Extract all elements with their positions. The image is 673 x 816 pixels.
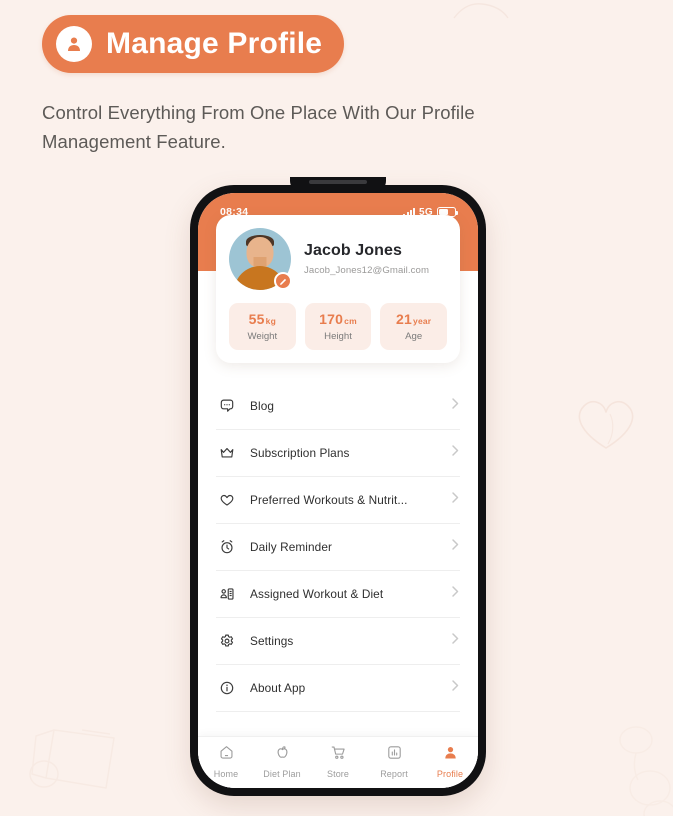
chevron-right-icon (451, 679, 460, 697)
phone-speaker (309, 180, 367, 184)
nav-item-store[interactable]: Store (310, 744, 366, 779)
decoration-bottom-right-outline (606, 724, 673, 816)
cart-icon (330, 744, 347, 766)
menu-label-blog: Blog (250, 399, 275, 413)
heart-icon (216, 489, 238, 511)
phone-mockup: 08:34 5G My Profile (190, 177, 486, 796)
stat-weight: 55kg Weight (229, 303, 296, 350)
menu-label-subscription-plans: Subscription Plans (250, 446, 350, 460)
stat-age: 21year Age (380, 303, 448, 350)
chevron-right-icon (451, 585, 460, 603)
profile-name: Jacob Jones (304, 242, 403, 259)
nav-label-profile: Profile (436, 769, 464, 779)
nav-item-diet-plan[interactable]: Diet Plan (254, 744, 310, 779)
crown-icon (216, 442, 238, 464)
stat-height: 170cm Height (304, 303, 372, 350)
profile-email: Jacob_Jones12@Gmail.com (304, 265, 430, 276)
hero-subtitle: Control Everything From One Place With O… (42, 102, 475, 152)
menu-item-daily-reminder[interactable]: Daily Reminder (216, 524, 460, 571)
gear-icon (216, 630, 238, 652)
profile-menu-list: Blog Subscription Plans Preferred Workou… (198, 383, 478, 736)
chevron-right-icon (451, 538, 460, 556)
apple-icon (274, 744, 291, 766)
chevron-right-icon (451, 444, 460, 462)
menu-label-daily-reminder: Daily Reminder (250, 540, 333, 554)
nav-item-home[interactable]: Home (198, 744, 254, 779)
menu-item-blog[interactable]: Blog (216, 383, 460, 430)
menu-item-subscription-plans[interactable]: Subscription Plans (216, 430, 460, 477)
stat-height-label: Height (324, 331, 352, 342)
chevron-right-icon (451, 491, 460, 509)
manage-profile-badge[interactable]: Manage Profile (42, 15, 345, 73)
stat-height-value: 170cm (319, 311, 357, 327)
nav-item-profile[interactable]: Profile (422, 744, 478, 779)
app-body: Jacob Jones Jacob_Jones12@Gmail.com 55kg… (198, 215, 478, 788)
page-root: Manage Profile Control Everything From O… (0, 0, 673, 816)
person-icon (442, 744, 459, 766)
hero-title: Manage Profile (106, 27, 323, 60)
profile-identity: Jacob Jones Jacob_Jones12@Gmail.com (304, 242, 429, 276)
stat-weight-value: 55kg (248, 311, 276, 327)
menu-label-assigned-workout-diet: Assigned Workout & Diet (250, 587, 384, 601)
menu-item-preferred-workouts[interactable]: Preferred Workouts & Nutrit... (216, 477, 460, 524)
nav-label-report: Report (380, 769, 408, 779)
nav-label-home: Home (213, 769, 239, 779)
alarm-clock-icon (216, 536, 238, 558)
nav-label-store: Store (326, 769, 349, 779)
chart-icon (386, 744, 403, 766)
phone-screen: 08:34 5G My Profile (198, 193, 478, 788)
nav-item-report[interactable]: Report (366, 744, 422, 779)
decoration-heart-outline (570, 392, 642, 454)
id-card-icon (216, 583, 238, 605)
bottom-navigation: Home Diet Plan Store Report Profile (198, 736, 478, 788)
menu-item-assigned-workout-diet[interactable]: Assigned Workout & Diet (216, 571, 460, 618)
stats-row: 55kg Weight 170cm Height 21year Age (229, 303, 448, 350)
menu-label-preferred-workouts: Preferred Workouts & Nutrit... (250, 493, 408, 507)
user-badge-icon (56, 26, 92, 62)
decoration-top-outline (446, 0, 516, 30)
chevron-right-icon (451, 397, 460, 415)
nav-label-diet-plan: Diet Plan (263, 769, 301, 779)
info-circle-icon (216, 677, 238, 699)
home-icon (218, 744, 235, 766)
chevron-right-icon (451, 632, 460, 650)
profile-header: Jacob Jones Jacob_Jones12@Gmail.com (229, 228, 447, 290)
stat-weight-label: Weight (247, 331, 278, 342)
stat-age-value: 21year (396, 311, 432, 327)
menu-label-about-app: About App (250, 681, 306, 695)
avatar[interactable] (229, 228, 292, 290)
edit-badge-icon[interactable] (274, 272, 292, 290)
stat-age-label: Age (405, 331, 423, 342)
chat-bubble-icon (216, 395, 238, 417)
menu-item-about-app[interactable]: About App (216, 665, 460, 712)
profile-card: Jacob Jones Jacob_Jones12@Gmail.com 55kg… (216, 215, 460, 363)
decoration-notebook-outline (18, 712, 128, 804)
menu-label-settings: Settings (250, 634, 294, 648)
menu-item-settings[interactable]: Settings (216, 618, 460, 665)
